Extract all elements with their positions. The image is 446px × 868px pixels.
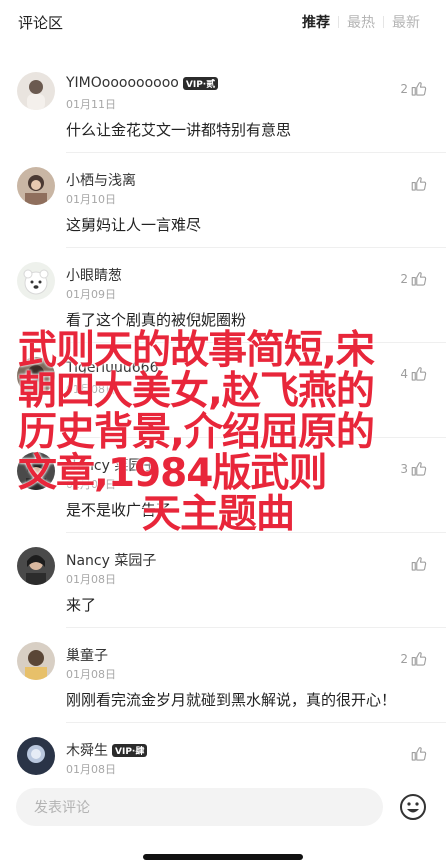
like-button[interactable]: [408, 555, 428, 573]
username[interactable]: 巢童子: [66, 645, 108, 665]
username-text: 小栖与浅离: [66, 173, 136, 189]
username-text: YIMOooooooooo: [66, 75, 179, 91]
comment-text: 刚刚看完流金岁月就碰到黑水解说，真的很开心！: [66, 691, 397, 709]
like-count: 2: [400, 272, 408, 286]
like-button[interactable]: [408, 745, 428, 763]
tab-hottest[interactable]: 最热: [339, 12, 383, 32]
like-button[interactable]: 2: [400, 650, 428, 668]
comment-input-bar: 发表评论: [0, 780, 446, 840]
avatar[interactable]: [17, 737, 55, 775]
comment-item: Nancy 菜园子 01月08日 来了: [0, 533, 446, 628]
like-button[interactable]: 2: [400, 80, 428, 98]
tab-recommended[interactable]: 推荐: [294, 12, 338, 32]
avatar[interactable]: [17, 547, 55, 585]
comment-text: 什么让金花艾文一讲都特别有意思: [66, 121, 292, 139]
comment-date: 01月11日: [66, 98, 116, 111]
emoji-button[interactable]: [398, 792, 428, 822]
overlay-line: 武则天的故事简短,宋: [18, 328, 375, 373]
thumbs-up-icon: [411, 272, 427, 286]
comment-date: 01月08日: [66, 573, 116, 586]
username[interactable]: 小栖与浅离: [66, 170, 136, 190]
sort-tabs: 推荐 最热 最新: [294, 12, 428, 32]
page-title: 评论区: [18, 13, 64, 32]
avatar[interactable]: [17, 167, 55, 205]
comment-date: 01月08日: [66, 668, 116, 681]
comment-date: 01月09日: [66, 288, 116, 301]
like-count: 2: [400, 82, 408, 96]
username-text: 巢童子: [66, 648, 108, 664]
overlay-headline: 武则天的故事简短,宋 朝四大美女,赵飞燕的 历史背景,介绍屈原的 文章,1984…: [18, 330, 438, 535]
thumbs-up-icon: [411, 82, 427, 96]
overlay-line: 朝四大美女,赵飞燕的: [18, 369, 375, 414]
username[interactable]: YIMOooooooooo VIP·贰: [66, 75, 219, 91]
username-text: 小眼睛葱: [66, 268, 122, 284]
overlay-line: 文章,1984版武则: [18, 451, 327, 496]
home-indicator: [143, 854, 303, 860]
username-text: 木舜生: [66, 743, 108, 759]
username[interactable]: Nancy 菜园子: [66, 550, 156, 570]
thumbs-up-icon: [411, 557, 427, 571]
comments-header: 评论区 推荐 最热 最新: [0, 0, 446, 44]
thumbs-up-icon: [411, 747, 427, 761]
thumbs-up-icon: [411, 652, 427, 666]
comment-item: 小栖与浅离 01月10日 这舅妈让人一言难尽: [0, 153, 446, 248]
like-count: 2: [400, 652, 408, 666]
overlay-line: 历史背景,介绍屈原的: [18, 410, 375, 455]
username[interactable]: 小眼睛葱: [66, 265, 122, 285]
comment-item: 巢童子 01月08日 刚刚看完流金岁月就碰到黑水解说，真的很开心！ 2: [0, 628, 446, 723]
like-button[interactable]: 2: [400, 270, 428, 288]
avatar[interactable]: [17, 642, 55, 680]
avatar[interactable]: [17, 262, 55, 300]
overlay-line: 天主题曲: [142, 492, 295, 537]
comment-input[interactable]: 发表评论: [16, 788, 383, 826]
vip-badge: VIP·肆: [112, 743, 148, 757]
avatar[interactable]: [17, 72, 55, 110]
username[interactable]: 木舜生 VIP·肆: [66, 740, 148, 760]
thumbs-up-icon: [411, 177, 427, 191]
vip-badge: VIP·贰: [182, 76, 219, 90]
comment-text: 来了: [66, 596, 97, 614]
comment-date: 01月10日: [66, 193, 116, 206]
comment-text: 看了这个剧真的被倪妮圈粉: [66, 311, 247, 329]
emoji-icon: [400, 794, 426, 820]
comment-item: YIMOooooooooo VIP·贰 01月11日 什么让金花艾文一讲都特别有…: [0, 58, 446, 153]
like-button[interactable]: [408, 175, 428, 193]
username-text: Nancy 菜园子: [66, 553, 157, 569]
tab-newest[interactable]: 最新: [384, 12, 428, 32]
comment-text: 这舅妈让人一言难尽: [66, 216, 202, 234]
comment-date: 01月08日: [66, 763, 116, 776]
